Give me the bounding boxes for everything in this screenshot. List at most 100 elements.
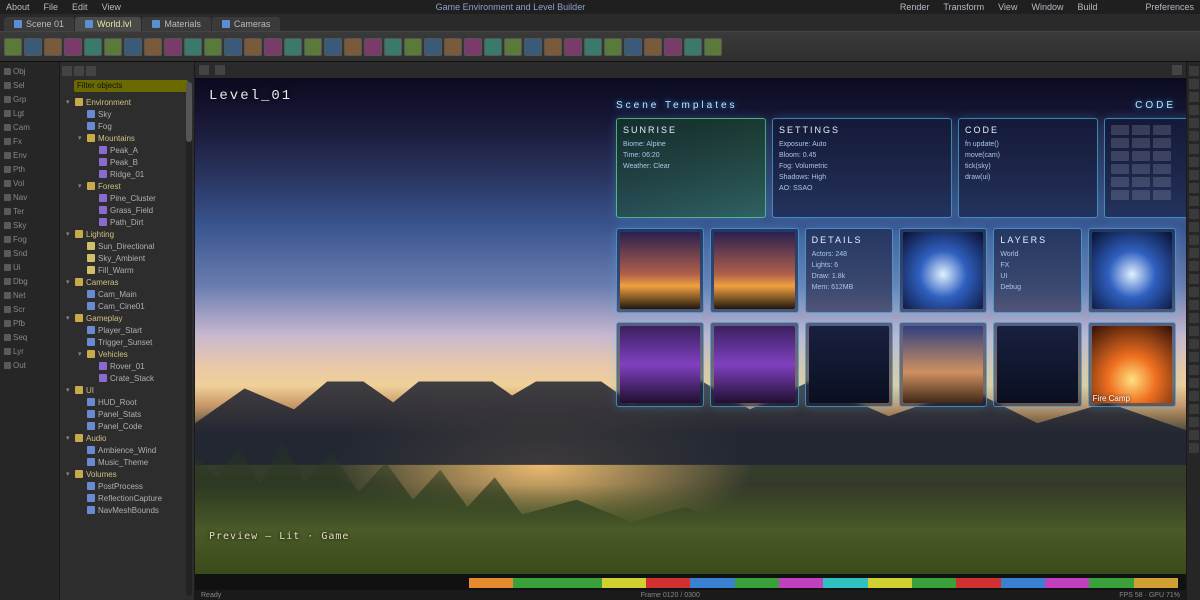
mode-row[interactable]: Scr	[2, 304, 57, 315]
toolbar-button[interactable]	[104, 38, 122, 56]
tree-item[interactable]: Ambience_Wind	[66, 444, 192, 456]
timeline-segment[interactable]	[1089, 578, 1133, 588]
mini-swatch[interactable]	[1153, 125, 1171, 135]
hud-card[interactable]: DetailsActors: 248Lights: 6Draw: 1.8kMem…	[805, 228, 893, 313]
inspector-slot[interactable]	[1189, 443, 1199, 453]
inspector-slot[interactable]	[1189, 235, 1199, 245]
timeline[interactable]	[195, 576, 1186, 590]
inspector-slot[interactable]	[1189, 326, 1199, 336]
inspector-slot[interactable]	[1189, 313, 1199, 323]
close-icon[interactable]	[1172, 65, 1182, 75]
tree-item[interactable]: Panel_Code	[66, 420, 192, 432]
tree-item[interactable]: ▾Audio	[66, 432, 192, 444]
toolbar-button[interactable]	[4, 38, 22, 56]
toolbar-button[interactable]	[404, 38, 422, 56]
menu-edit[interactable]: Edit	[72, 2, 88, 12]
toolbar-button[interactable]	[264, 38, 282, 56]
toolbar-button[interactable]	[524, 38, 542, 56]
toolbar-button[interactable]	[124, 38, 142, 56]
mode-row[interactable]: Seq	[2, 332, 57, 343]
toolbar-button[interactable]	[244, 38, 262, 56]
inspector-slot[interactable]	[1189, 144, 1199, 154]
hud-card[interactable]	[993, 322, 1081, 407]
inspector-slot[interactable]	[1189, 378, 1199, 388]
tree-item[interactable]: NavMeshBounds	[66, 504, 192, 516]
doc-tab-materials[interactable]: Materials	[142, 17, 211, 31]
tree-item[interactable]: PostProcess	[66, 480, 192, 492]
toolbar-button[interactable]	[664, 38, 682, 56]
toolbar-button[interactable]	[204, 38, 222, 56]
inspector-slot[interactable]	[1189, 131, 1199, 141]
toolbar-button[interactable]	[444, 38, 462, 56]
tree-item[interactable]: ▾Volumes	[66, 468, 192, 480]
mode-row[interactable]: Ui	[2, 262, 57, 273]
timeline-segment[interactable]	[912, 578, 956, 588]
tree-item[interactable]: Peak_B	[66, 156, 192, 168]
tree-item[interactable]: ▾UI	[66, 384, 192, 396]
mode-row[interactable]: Nav	[2, 192, 57, 203]
timeline-segment[interactable]	[646, 578, 690, 588]
timeline-segment[interactable]	[513, 578, 557, 588]
inspector-slot[interactable]	[1189, 248, 1199, 258]
hud-card[interactable]	[710, 228, 798, 313]
mini-swatch[interactable]	[1111, 151, 1129, 161]
tree-item[interactable]: Music_Theme	[66, 456, 192, 468]
menu-view-r[interactable]: View	[998, 2, 1017, 12]
menu-render[interactable]: Render	[900, 2, 930, 12]
scrollbar[interactable]	[186, 82, 192, 596]
inspector-slot[interactable]	[1189, 339, 1199, 349]
mini-swatch[interactable]	[1111, 125, 1129, 135]
toolbar-button[interactable]	[24, 38, 42, 56]
viewport-body[interactable]: Level_01 Scene Templates CODE SunriseBio…	[195, 78, 1186, 574]
timeline-segment[interactable]	[823, 578, 867, 588]
menu-preferences[interactable]: Preferences	[1145, 2, 1194, 12]
menu-window[interactable]: Window	[1031, 2, 1063, 12]
tree-item[interactable]: Grass_Field	[66, 204, 192, 216]
mode-row[interactable]: Pth	[2, 164, 57, 175]
toolbar-button[interactable]	[684, 38, 702, 56]
hud-card[interactable]: SettingsExposure: AutoBloom: 0.45Fog: Vo…	[772, 118, 952, 218]
tree-item[interactable]: Cam_Cine01	[66, 300, 192, 312]
toolbar-button[interactable]	[584, 38, 602, 56]
timeline-segment[interactable]	[558, 578, 602, 588]
hud-card[interactable]	[1104, 118, 1186, 218]
timeline-segment[interactable]	[1134, 578, 1178, 588]
inspector-slot[interactable]	[1189, 170, 1199, 180]
toolbar-button[interactable]	[464, 38, 482, 56]
inspector-slot[interactable]	[1189, 287, 1199, 297]
tree-item[interactable]: ▾Lighting	[66, 228, 192, 240]
inspector-slot[interactable]	[1189, 209, 1199, 219]
timeline-segment[interactable]	[735, 578, 779, 588]
inspector-slot[interactable]	[1189, 391, 1199, 401]
tree-item[interactable]: Sky_Ambient	[66, 252, 192, 264]
hierarchy-search[interactable]: Filter objects	[74, 80, 188, 92]
toolbar-button[interactable]	[324, 38, 342, 56]
mode-row[interactable]: Obj	[2, 66, 57, 77]
tree-item[interactable]: Ridge_01	[66, 168, 192, 180]
hud-card[interactable]	[616, 322, 704, 407]
tree-item[interactable]: Player_Start	[66, 324, 192, 336]
hierarchy-tab-icon[interactable]	[86, 66, 96, 76]
doc-tab-world[interactable]: World.lvl	[75, 17, 141, 31]
tree-item[interactable]: Sun_Directional	[66, 240, 192, 252]
inspector-slot[interactable]	[1189, 183, 1199, 193]
mode-row[interactable]: Pfb	[2, 318, 57, 329]
mini-swatch[interactable]	[1111, 190, 1129, 200]
toolbar-button[interactable]	[344, 38, 362, 56]
hud-card[interactable]: LayersWorldFXUIDebug	[993, 228, 1081, 313]
toolbar-button[interactable]	[424, 38, 442, 56]
tree-item[interactable]: Pine_Cluster	[66, 192, 192, 204]
timeline-segment[interactable]	[1001, 578, 1045, 588]
mode-row[interactable]: Net	[2, 290, 57, 301]
tree-item[interactable]: Crate_Stack	[66, 372, 192, 384]
tree-item[interactable]: ▾Cameras	[66, 276, 192, 288]
mini-swatch[interactable]	[1153, 151, 1171, 161]
mode-row[interactable]: Sel	[2, 80, 57, 91]
inspector-slot[interactable]	[1189, 118, 1199, 128]
inspector-slot[interactable]	[1189, 222, 1199, 232]
hud-card[interactable]: SunriseBiome: AlpineTime: 06:20Weather: …	[616, 118, 766, 218]
menu-about[interactable]: About	[6, 2, 30, 12]
inspector-slot[interactable]	[1189, 79, 1199, 89]
menu-view[interactable]: View	[102, 2, 121, 12]
hud-card[interactable]	[616, 228, 704, 313]
